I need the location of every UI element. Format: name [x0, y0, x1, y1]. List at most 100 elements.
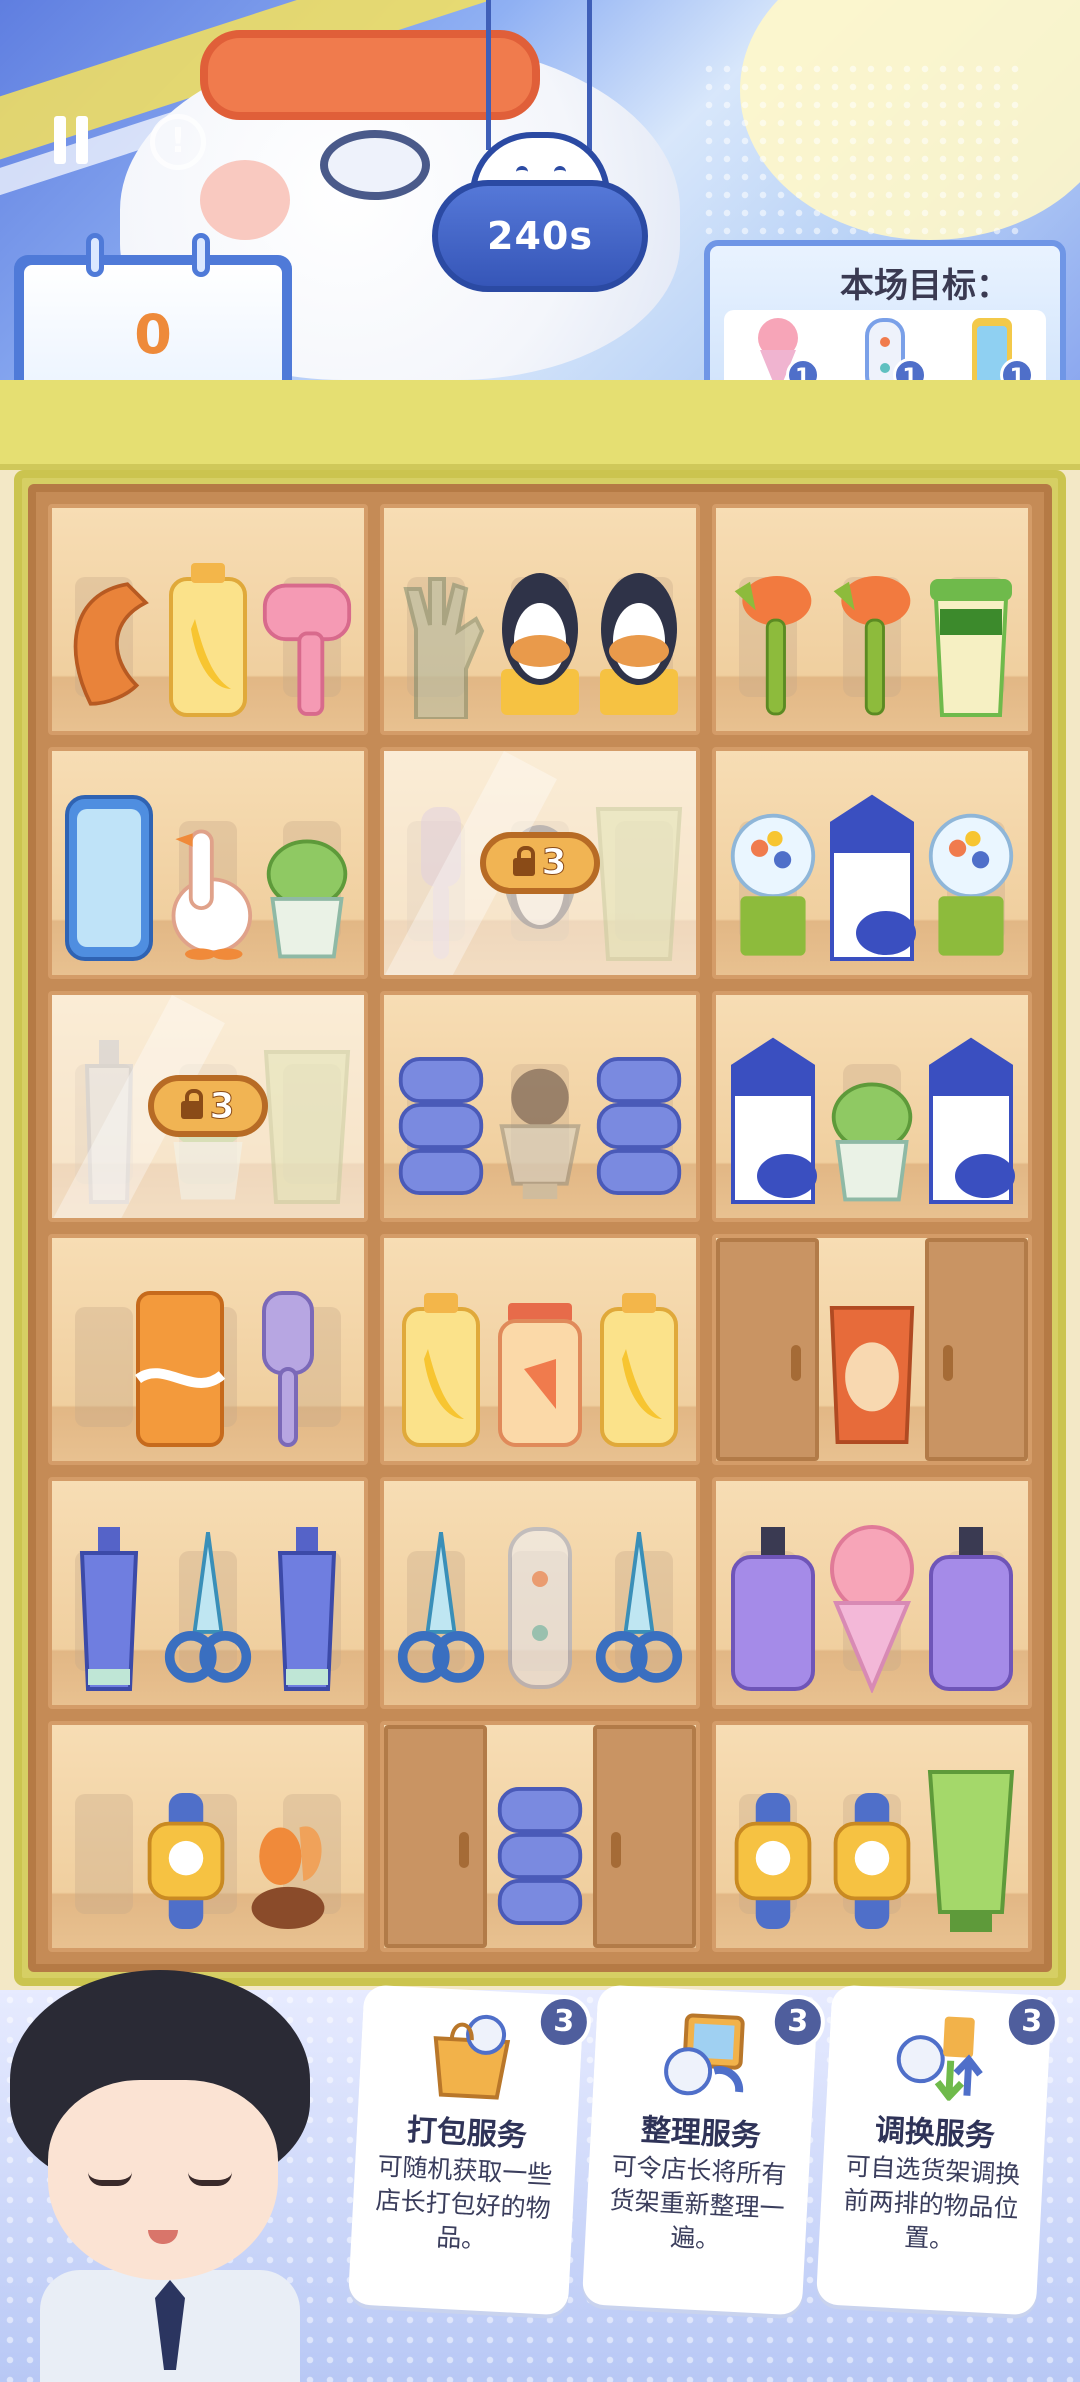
scissors-icon	[164, 1531, 252, 1683]
shelf-cell-locked[interactable]: 3	[380, 747, 700, 979]
scissors-item[interactable]	[395, 1523, 487, 1693]
toothpaste-item[interactable]	[63, 1523, 155, 1693]
shelf-cell[interactable]	[712, 747, 1032, 979]
jam-jar-item[interactable]	[494, 1299, 586, 1449]
shelf-cell[interactable]	[48, 504, 368, 736]
glove-item[interactable]	[395, 569, 487, 720]
toothpaste-icon	[277, 1526, 336, 1691]
info-icon[interactable]: !	[150, 114, 206, 170]
green-cup-item[interactable]	[925, 569, 1017, 719]
gumball-machine-item[interactable]	[925, 793, 1017, 963]
gumball-machine-icon	[731, 813, 816, 956]
hair-dryer-item[interactable]	[261, 569, 353, 719]
towel-stack-item[interactable]	[593, 1046, 685, 1206]
organize-service-button[interactable]: 3 整理服务 可令店长将所有货架重新整理一遍。	[581, 1984, 827, 2316]
seal-nose	[320, 130, 430, 200]
score-value: 0	[134, 302, 172, 366]
smart-watch-icon	[734, 1792, 812, 1930]
succulent-pot-item[interactable]	[261, 833, 353, 963]
scissors-item[interactable]	[593, 1523, 685, 1693]
smart-watch-icon	[147, 1792, 225, 1930]
swap-service-button[interactable]: 3 调换服务 可自选货架调换前两排的物品位置。	[815, 1984, 1061, 2316]
shelf-cell[interactable]	[380, 1233, 700, 1466]
timer-value: 240s	[487, 214, 593, 258]
carrot-rattle-item[interactable]	[826, 569, 918, 719]
chips-bag-icon	[829, 1306, 915, 1445]
shelf-cell-cabinet[interactable]	[380, 1720, 700, 1952]
lotion-tube-icon	[927, 1769, 1014, 1932]
squirrel-figure-item[interactable]	[242, 1786, 334, 1936]
shelf-cell[interactable]	[712, 1720, 1032, 1952]
towel-stack-item[interactable]	[494, 1776, 586, 1936]
banana-drink-icon	[168, 563, 247, 718]
shelf-cell[interactable]	[380, 504, 700, 736]
penguin-toy-item[interactable]	[593, 559, 685, 719]
cat-mortar-item[interactable]	[494, 1056, 586, 1206]
shelf-cell[interactable]	[48, 1477, 368, 1709]
chips-bag-item[interactable]	[826, 1299, 918, 1449]
soda-can-item[interactable]	[134, 1289, 226, 1449]
shelf-cell[interactable]	[712, 1477, 1032, 1709]
banana-drink-item[interactable]	[162, 559, 254, 719]
lock-badge: 3	[148, 1075, 268, 1138]
succulent-pot-item[interactable]	[826, 1076, 918, 1206]
banana-drink-icon	[402, 1293, 481, 1448]
swap-arrows-icon	[887, 2008, 992, 2103]
comb-item[interactable]	[242, 1289, 334, 1449]
smart-watch-item[interactable]	[140, 1786, 232, 1936]
shelf-cell[interactable]	[48, 747, 368, 979]
organize-shelf-icon	[653, 2008, 758, 2103]
smart-watch-item[interactable]	[727, 1786, 819, 1936]
smart-watch-item[interactable]	[826, 1786, 918, 1936]
lock-badge: 3	[480, 831, 600, 894]
shelf-top-band	[0, 380, 1080, 470]
game-controller-item[interactable]	[494, 1523, 586, 1693]
succulent-pot-icon	[831, 1082, 913, 1202]
goods-shelf: 3 3	[28, 484, 1052, 1972]
lotion-tube-item[interactable]	[925, 1766, 1017, 1936]
towel-stack-item[interactable]	[395, 1046, 487, 1206]
ice-cream-item[interactable]	[826, 1523, 918, 1693]
lock-icon	[513, 845, 536, 876]
shelf-cell[interactable]	[380, 1477, 700, 1709]
penguin-toy-icon	[500, 573, 579, 716]
milk-carton-item[interactable]	[925, 1036, 1017, 1206]
shelf-cell[interactable]	[712, 504, 1032, 736]
milk-carton-item[interactable]	[826, 793, 918, 963]
shelf-cell[interactable]	[48, 1720, 368, 1952]
banana-drink-item[interactable]	[395, 1289, 487, 1449]
carrot-rattle-item[interactable]	[727, 569, 819, 719]
phone-icon	[65, 794, 154, 961]
goose-toy-icon	[171, 829, 253, 960]
phone-item[interactable]	[63, 793, 155, 963]
carrot-rattle-icon	[734, 576, 812, 716]
lock-count: 3	[209, 1085, 235, 1127]
shampoo-bottle-item[interactable]	[925, 1523, 1017, 1693]
soda-can-icon	[134, 1291, 226, 1448]
croissant-item[interactable]	[63, 569, 155, 719]
smart-watch-icon	[833, 1792, 911, 1930]
squirrel-figure-icon	[251, 1826, 325, 1930]
scissors-icon	[398, 1531, 485, 1683]
toothpaste-item[interactable]	[261, 1523, 353, 1693]
shampoo-bottle-icon	[928, 1526, 1013, 1691]
shelf-cell[interactable]	[48, 1233, 368, 1466]
hair-dryer-icon	[262, 583, 351, 717]
banana-drink-item[interactable]	[593, 1289, 685, 1449]
countdown-timer: 240s	[432, 180, 648, 292]
pack-service-button[interactable]: 3 打包服务 可随机获取一些店长打包好的物品。	[347, 1984, 593, 2316]
shelf-cell-locked[interactable]: 3	[48, 990, 368, 1222]
milk-carton-item[interactable]	[727, 1036, 819, 1206]
lock-count: 3	[541, 842, 567, 884]
pause-icon[interactable]	[52, 116, 90, 164]
shelf-cell-cabinet[interactable]	[712, 1233, 1032, 1466]
succulent-pot-icon	[266, 839, 347, 959]
scissors-item[interactable]	[162, 1523, 254, 1693]
gumball-machine-item[interactable]	[727, 793, 819, 963]
shampoo-bottle-item[interactable]	[727, 1523, 819, 1693]
shelf-cell[interactable]	[380, 990, 700, 1222]
penguin-toy-item[interactable]	[494, 559, 586, 719]
comb-icon	[262, 1291, 314, 1448]
shelf-cell[interactable]	[712, 990, 1032, 1222]
goose-toy-item[interactable]	[162, 813, 254, 963]
